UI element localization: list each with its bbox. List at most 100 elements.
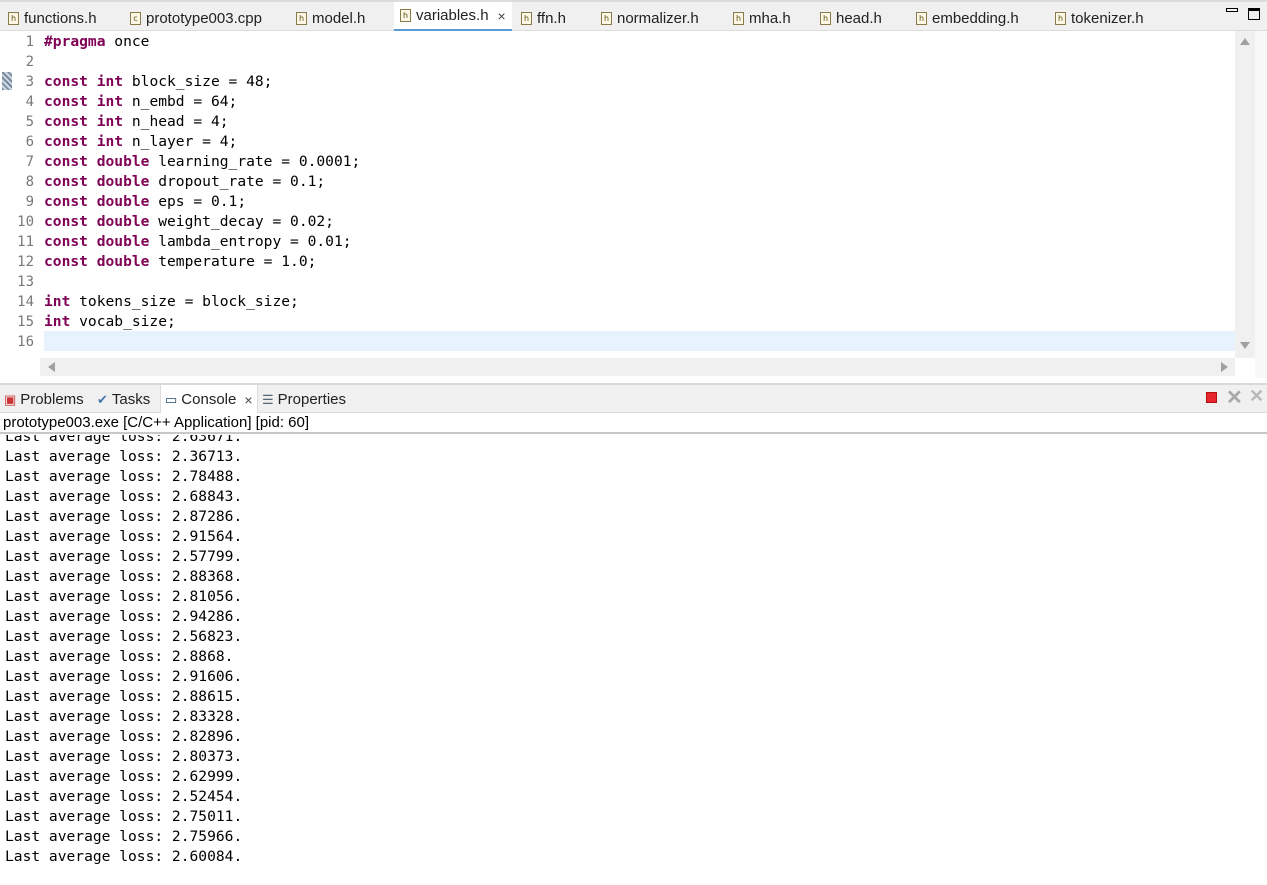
tab-normalizer-h[interactable]: h normalizer.h (601, 4, 699, 32)
line-number: 12 (17, 254, 34, 270)
console-line: Last average loss: 2.60084. (5, 848, 243, 865)
console-icon: ▭ (165, 391, 178, 407)
keyword: const (44, 193, 88, 210)
console-line: Last average loss: 2.78488. (5, 468, 243, 485)
keyword: int (44, 313, 71, 330)
code-line: const double dropout_rate = 0.1; (44, 172, 325, 192)
line-number: 8 (25, 174, 34, 190)
code-text: eps = 0.1; (149, 193, 247, 210)
line-number: 1 (25, 34, 34, 50)
keyword: double (96, 253, 150, 270)
code-editor[interactable]: 1 2 3 4 5 6 7 8 9 10 11 12 13 14 15 16 #pragma once cons… (0, 31, 1255, 358)
maximize-button[interactable] (1248, 8, 1260, 20)
keyword: const (44, 253, 88, 270)
line-number: 9 (25, 194, 34, 210)
editor-tab-bar: h functions.h c prototype003.cpp h model.h h va… (0, 0, 1267, 32)
line-number: 14 (17, 294, 34, 310)
line-number: 4 (25, 94, 34, 110)
h-file-icon: h (1055, 11, 1066, 25)
keyword: int (96, 133, 124, 150)
console-line: Last average loss: 2.8868. (5, 648, 234, 665)
tab-label: head.h (836, 9, 882, 27)
tab-label: Console (181, 391, 237, 408)
console-line: Last average loss: 2.36713. (5, 448, 243, 465)
tab-label: ffn.h (537, 9, 566, 27)
code-text: temperature = 1.0; (149, 253, 317, 270)
line-number: 10 (17, 214, 34, 230)
line-number: 13 (17, 274, 34, 290)
code-text: lambda_entropy = 0.01; (149, 233, 352, 250)
tab-head-h[interactable]: h head.h (820, 4, 882, 32)
console-line: Last average loss: 2.87286. (5, 508, 243, 525)
keyword: double (96, 153, 150, 170)
tab-model-h[interactable]: h model.h (296, 4, 365, 32)
panel-tab-properties[interactable]: ☰ Properties (262, 385, 346, 414)
editor-horizontal-scrollbar[interactable] (40, 358, 1235, 376)
tab-label: normalizer.h (617, 9, 699, 27)
overview-ruler (1255, 31, 1267, 378)
keyword: double (96, 193, 150, 210)
panel-tab-tasks[interactable]: ✔ Tasks (97, 385, 150, 414)
line-number: 2 (25, 54, 34, 70)
minimize-button[interactable] (1226, 8, 1238, 12)
keyword: const (44, 153, 88, 170)
tab-label: Problems (20, 391, 84, 408)
code-text: block_size = 48; (123, 73, 273, 90)
code-text: once (105, 33, 150, 50)
code-text: n_head = 4; (123, 113, 229, 130)
code-line: const int n_head = 4; (44, 112, 229, 132)
line-number: 5 (25, 114, 34, 130)
tab-tokenizer-h[interactable]: h tokenizer.h (1055, 4, 1144, 32)
c-file-icon: c (130, 11, 141, 25)
line-number: 3 (25, 74, 34, 90)
tab-label: tokenizer.h (1071, 9, 1144, 27)
line-number: 7 (25, 154, 34, 170)
tab-functions-h[interactable]: h functions.h (8, 4, 97, 32)
tab-ffn-h[interactable]: h ffn.h (521, 4, 566, 32)
tab-embedding-h[interactable]: h embedding.h (916, 4, 1019, 32)
console-line: Last average loss: 2.75011. (5, 808, 243, 825)
code-line: #pragma once (44, 32, 149, 52)
scroll-up-icon[interactable] (1240, 38, 1250, 45)
scroll-down-icon[interactable] (1240, 342, 1250, 349)
h-file-icon: h (8, 11, 19, 25)
tab-label: mha.h (749, 9, 791, 27)
keyword: const (44, 93, 88, 110)
code-text: n_embd = 64; (123, 93, 238, 110)
panel-tab-problems[interactable]: ▣ Problems (4, 385, 84, 414)
console-line: Last average loss: 2.91564. (5, 528, 243, 545)
scroll-right-icon[interactable] (1221, 362, 1228, 372)
code-text: dropout_rate = 0.1; (149, 173, 326, 190)
remove-launch-icon[interactable]: ✕ (1226, 385, 1243, 410)
close-tab-icon[interactable]: × (244, 392, 252, 408)
tab-label: functions.h (24, 9, 97, 27)
tab-variables-h[interactable]: h variables.h × (394, 2, 512, 32)
tab-prototype003-cpp[interactable]: c prototype003.cpp (130, 4, 262, 32)
properties-icon: ☰ (262, 391, 274, 407)
remove-all-launches-icon[interactable]: ✕ (1249, 386, 1264, 407)
console-line: Last average loss: 2.62999. (5, 768, 243, 785)
h-file-icon: h (820, 11, 831, 25)
tab-label: Tasks (111, 391, 151, 408)
keyword: double (96, 173, 150, 190)
keyword: int (96, 73, 124, 90)
editor-vertical-scrollbar[interactable] (1235, 31, 1255, 358)
tab-label: model.h (312, 9, 366, 27)
panel-tab-console[interactable]: ▭ Console × (160, 385, 258, 414)
current-line-highlight (44, 331, 1235, 351)
scroll-left-icon[interactable] (48, 362, 55, 372)
terminate-button[interactable] (1206, 392, 1217, 403)
tab-mha-h[interactable]: h mha.h (733, 4, 791, 32)
close-tab-icon[interactable]: × (498, 8, 506, 24)
code-text: tokens_size = block_size; (70, 293, 299, 310)
code-text: learning_rate = 0.0001; (149, 153, 361, 170)
console-output[interactable]: Last average loss: 2.63671. Last average … (0, 435, 1267, 885)
code-line: const double weight_decay = 0.02; (44, 212, 334, 232)
h-file-icon: h (400, 9, 411, 22)
